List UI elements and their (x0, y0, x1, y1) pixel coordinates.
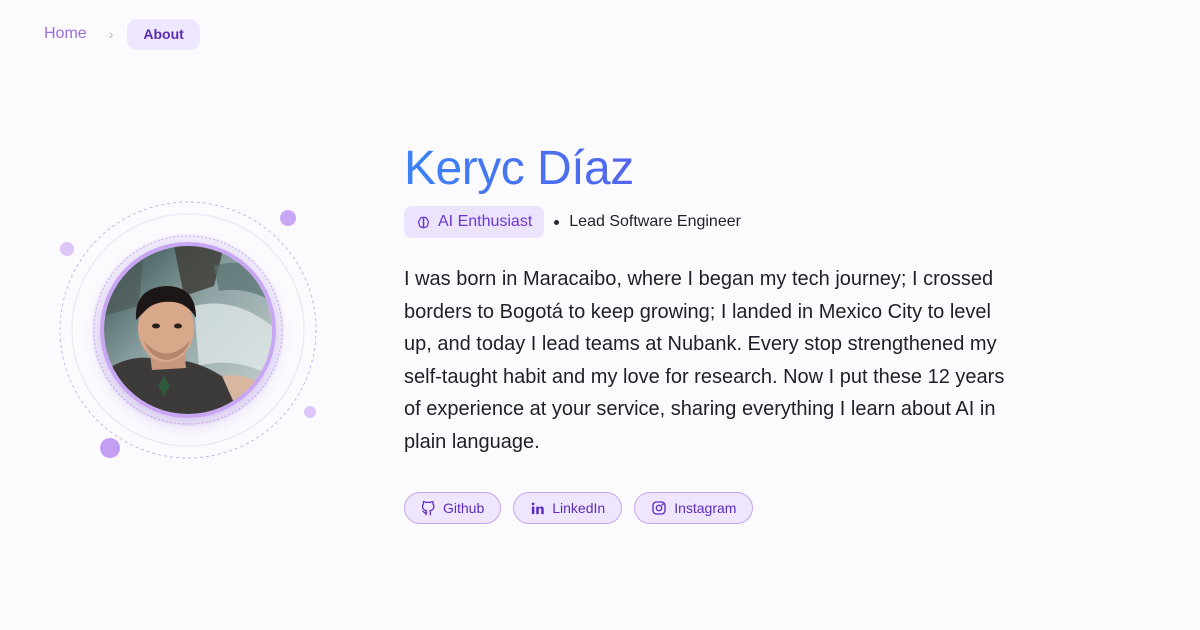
breadcrumb-home-link[interactable]: Home (44, 18, 87, 50)
linkedin-icon (530, 501, 545, 516)
github-label: Github (443, 500, 485, 516)
linkedin-label: LinkedIn (552, 500, 606, 516)
breadcrumb-current: About (127, 18, 200, 50)
brain-icon (416, 215, 431, 230)
orbit-dot (280, 210, 296, 226)
avatar-decoration (50, 200, 330, 470)
instagram-icon (651, 500, 667, 516)
instagram-button[interactable]: Instagram (634, 492, 754, 524)
page-title: Keryc Díaz (404, 140, 1024, 198)
role-line: AI Enthusiast Lead Software Engineer (404, 206, 1024, 238)
instagram-label: Instagram (674, 500, 737, 516)
enthusiast-badge: AI Enthusiast (404, 206, 545, 238)
linkedin-button[interactable]: LinkedIn (513, 492, 623, 524)
orbit-dot (100, 438, 120, 458)
social-links: Github LinkedIn Instagram (404, 492, 1024, 524)
avatar (100, 242, 276, 418)
orbit-dot (304, 406, 316, 418)
breadcrumb: Home › About (44, 18, 200, 50)
github-icon (421, 500, 436, 516)
separator-dot (554, 219, 560, 225)
profile-photo (104, 246, 272, 414)
orbit-dot (60, 242, 74, 256)
enthusiast-badge-label: AI Enthusiast (438, 213, 533, 230)
github-button[interactable]: Github (404, 492, 502, 524)
job-title: Lead Software Engineer (569, 213, 741, 230)
bio-paragraph: I was born in Maracaibo, where I began m… (404, 268, 1005, 453)
breadcrumb-separator: › (108, 26, 114, 42)
profile-content: Keryc Díaz AI Enthusiast Lead Software E… (404, 140, 1024, 524)
